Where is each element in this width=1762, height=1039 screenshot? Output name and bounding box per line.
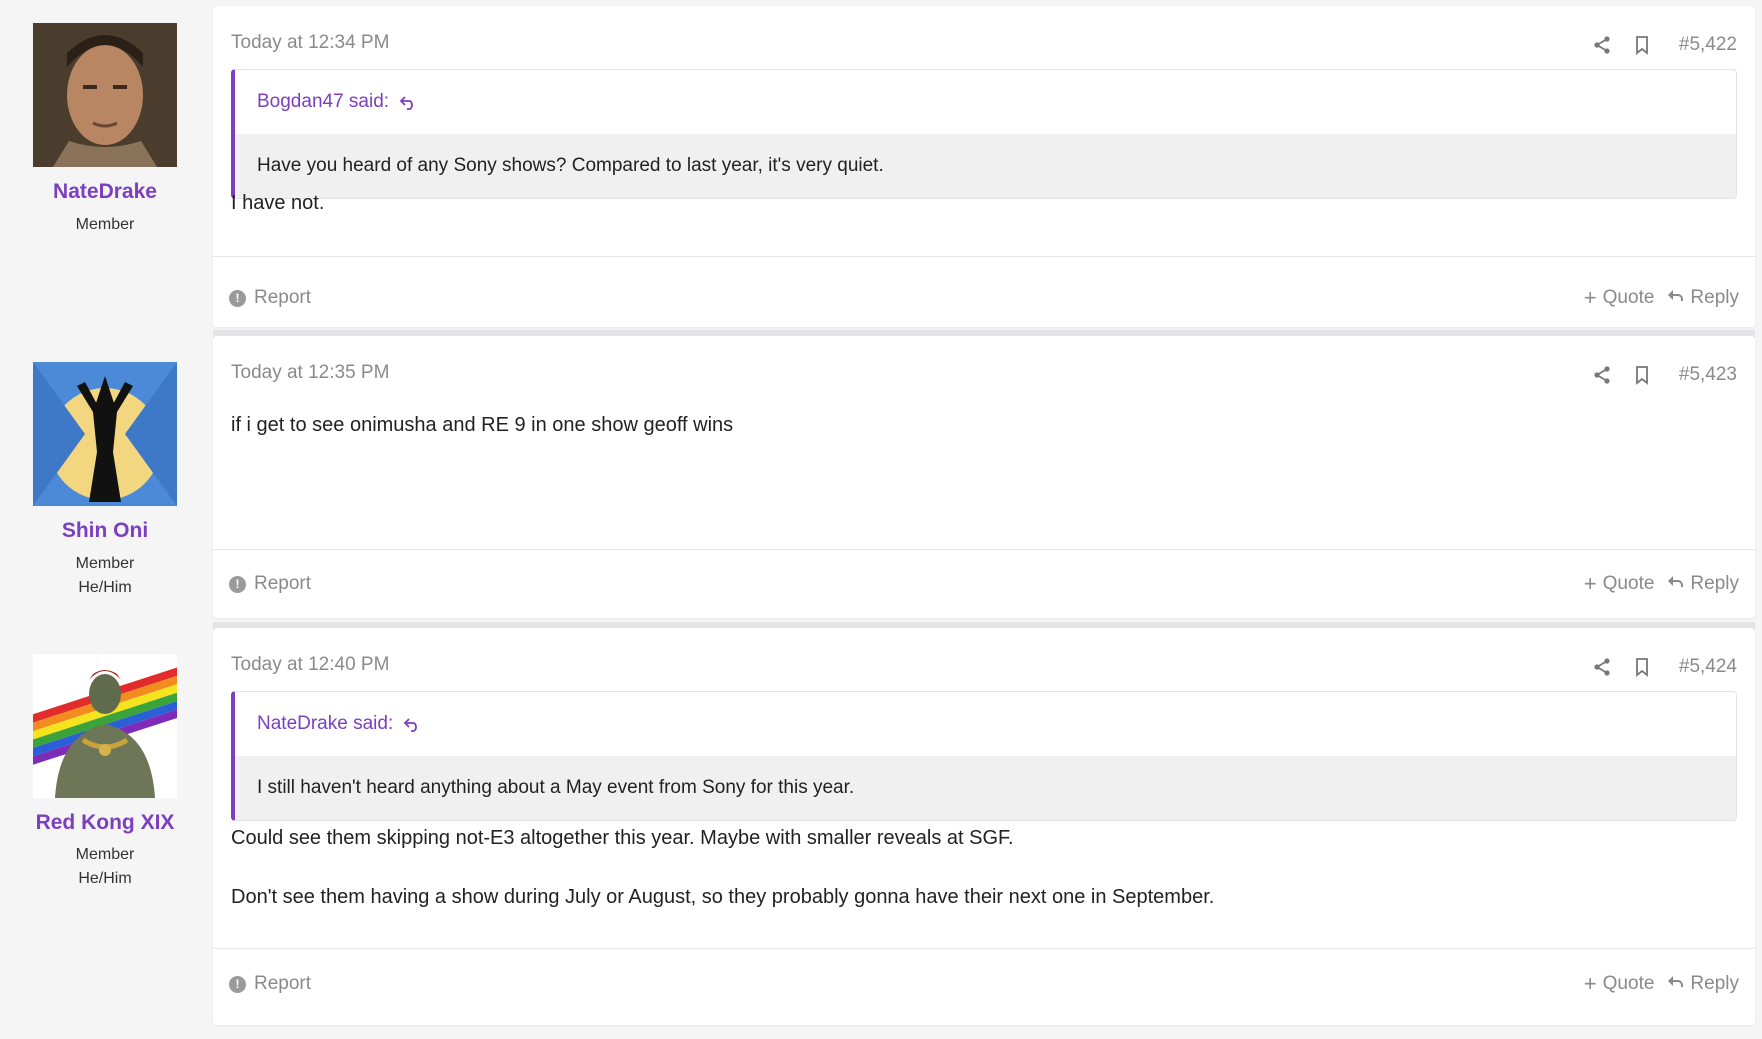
share-icon[interactable] [1591, 364, 1613, 386]
quote-block: Bogdan47 said: Have you heard of any Son… [231, 69, 1737, 199]
bookmark-icon[interactable] [1631, 364, 1653, 386]
post-number[interactable]: #5,423 [1679, 364, 1737, 386]
avatar[interactable] [33, 362, 177, 506]
report-link[interactable]: ! Report [229, 973, 311, 995]
post-actions: + Quote Reply [1584, 572, 1739, 596]
post-message: Could see them skipping not-E3 altogethe… [231, 827, 1014, 849]
post-message: if i get to see onimusha and RE 9 in one… [231, 414, 734, 436]
post-actions: + Quote Reply [1584, 972, 1739, 996]
post-date[interactable]: Today at 12:35 PM [231, 362, 389, 384]
share-icon[interactable] [1591, 34, 1613, 56]
quote-text: Have you heard of any Sony shows? Compar… [235, 134, 1736, 198]
post-tools: #5,423 [1591, 362, 1737, 388]
quote-label: Quote [1602, 973, 1655, 994]
post-footer: ! Report + Quote Reply [213, 950, 1755, 1018]
user-title: Member [75, 846, 135, 863]
report-icon: ! [229, 575, 246, 593]
user-title: Member [75, 216, 135, 233]
bookmark-icon[interactable] [1631, 34, 1653, 56]
reply-button[interactable]: Reply [1666, 972, 1739, 996]
reply-label: Reply [1690, 573, 1739, 594]
post-number[interactable]: #5,424 [1679, 656, 1737, 678]
quote-button[interactable]: + Quote [1584, 973, 1655, 995]
post-tools: #5,424 [1591, 654, 1737, 680]
reply-button[interactable]: Reply [1666, 286, 1739, 310]
report-icon: ! [229, 289, 246, 307]
username[interactable]: NateDrake [0, 180, 210, 204]
post-card: Today at 12:35 PM #5,423 if i get to see… [213, 336, 1755, 618]
divider [213, 256, 1755, 257]
quote-author[interactable]: NateDrake said: [257, 713, 393, 735]
report-link[interactable]: ! Report [229, 287, 311, 309]
post-tools: #5,422 [1591, 32, 1737, 58]
report-icon: ! [229, 975, 246, 993]
post-actions: + Quote Reply [1584, 286, 1739, 310]
reply-label: Reply [1690, 287, 1739, 308]
report-label: Report [254, 573, 312, 594]
quote-button[interactable]: + Quote [1584, 287, 1655, 309]
post-card: Today at 12:40 PM #5,424 NateDrake said: [213, 628, 1755, 1025]
user-pronouns: He/Him [78, 870, 132, 887]
quote-label: Quote [1602, 573, 1655, 594]
reply-icon [1666, 286, 1684, 310]
post-footer: ! Report + Quote Reply [213, 264, 1755, 332]
quote-jump-icon[interactable] [399, 93, 417, 111]
plus-icon: + [1583, 971, 1597, 996]
report-label: Report [254, 973, 312, 994]
post-date[interactable]: Today at 12:34 PM [231, 32, 389, 54]
bookmark-icon[interactable] [1631, 656, 1653, 678]
quote-header[interactable]: Bogdan47 said: [235, 70, 1736, 134]
reply-label: Reply [1690, 973, 1739, 994]
reply-button[interactable]: Reply [1666, 572, 1739, 596]
username[interactable]: Red Kong XIX [0, 811, 210, 835]
user-pronouns: He/Him [78, 579, 132, 596]
quote-block: NateDrake said: I still haven't heard an… [231, 691, 1737, 821]
report-link[interactable]: ! Report [229, 573, 311, 595]
post-message: I have not. [231, 192, 325, 214]
avatar[interactable] [33, 23, 177, 167]
post-card: Today at 12:34 PM #5,422 Bogdan47 said: … [213, 6, 1755, 327]
post-number[interactable]: #5,422 [1679, 34, 1737, 56]
quote-button[interactable]: + Quote [1584, 573, 1655, 595]
reply-icon [1666, 572, 1684, 596]
reply-icon [1666, 972, 1684, 996]
report-label: Report [254, 287, 312, 308]
quote-text: I still haven't heard anything about a M… [235, 756, 1736, 820]
avatar[interactable] [33, 654, 177, 798]
share-icon[interactable] [1591, 656, 1613, 678]
user-title: Member [75, 555, 135, 572]
quote-header[interactable]: NateDrake said: [235, 692, 1736, 756]
quote-jump-icon[interactable] [403, 715, 421, 733]
username[interactable]: Shin Oni [0, 519, 210, 543]
quote-author[interactable]: Bogdan47 said: [257, 91, 389, 113]
quote-label: Quote [1602, 287, 1655, 308]
thread: NateDrake Member Today at 12:34 PM #5,42… [0, 0, 1762, 1039]
divider [213, 948, 1755, 949]
post-message: Don't see them having a show during July… [231, 886, 1215, 908]
plus-icon: + [1583, 285, 1597, 310]
post-date[interactable]: Today at 12:40 PM [231, 654, 389, 676]
plus-icon: + [1583, 571, 1597, 596]
post-footer: ! Report + Quote Reply [213, 550, 1755, 618]
